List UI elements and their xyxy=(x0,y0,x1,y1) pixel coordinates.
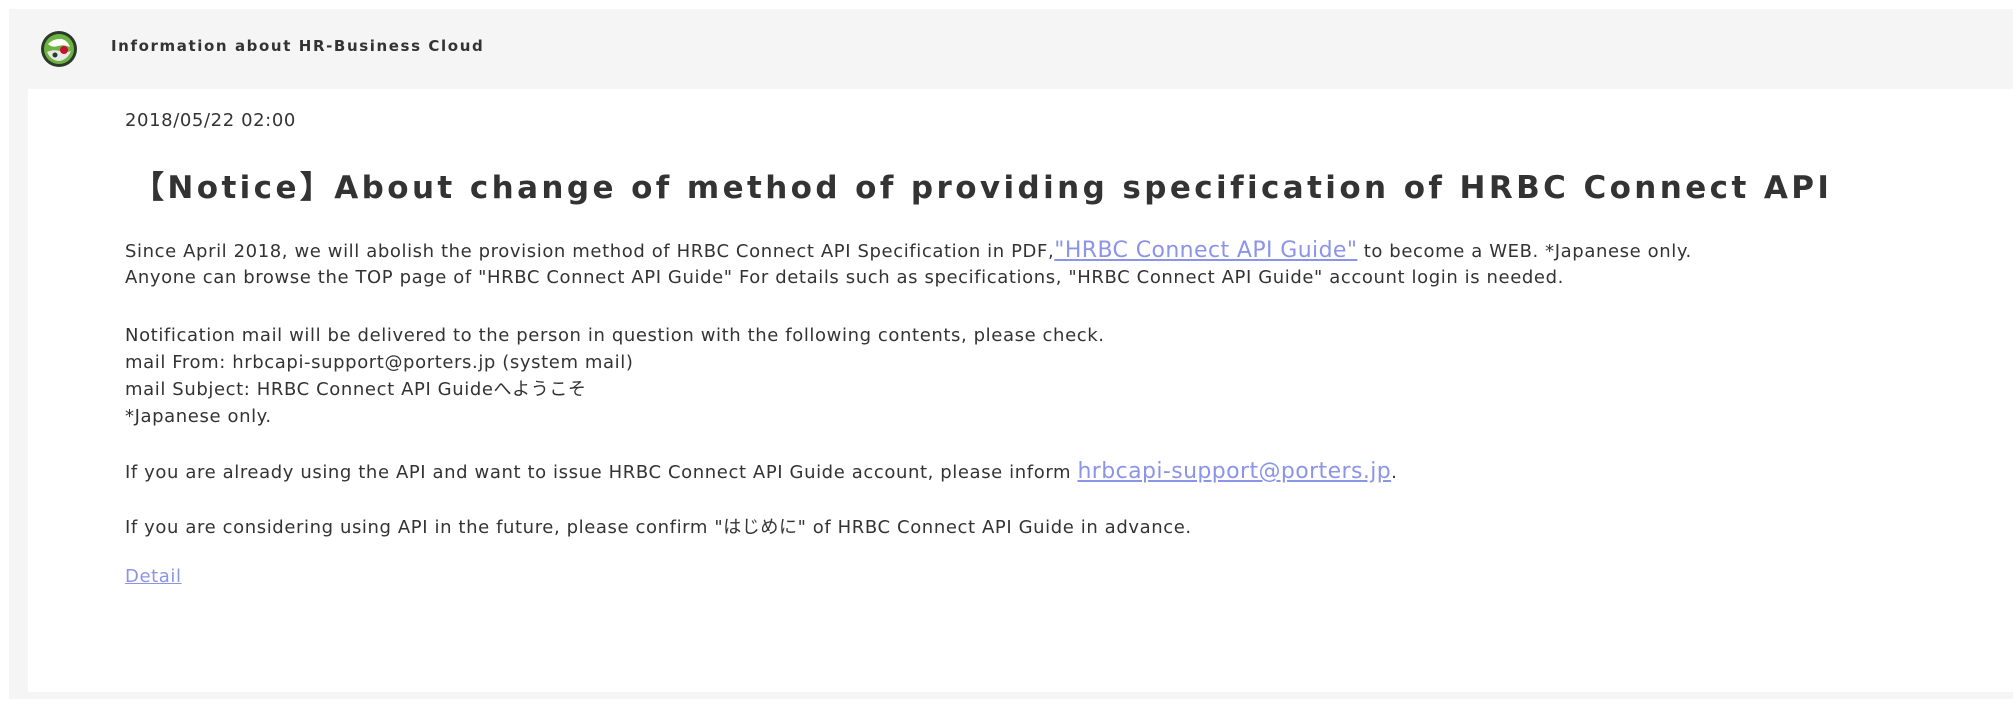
paragraph-notification: Notification mail will be delivered to t… xyxy=(125,322,1105,430)
site-header: Information about HR-Business Cloud xyxy=(9,9,2013,89)
mail-from-line: mail From: hrbcapi-support@porters.jp (s… xyxy=(125,352,634,373)
notice-title: 【Notice】About change of method of provid… xyxy=(133,170,1833,206)
paragraph-account: If you are already using the API and wan… xyxy=(125,458,1397,486)
japanese-only-note: *Japanese only. xyxy=(125,406,272,427)
detail-wrap: Detail xyxy=(125,566,182,587)
globe-logo-icon[interactable] xyxy=(40,30,78,68)
intro-line-2: Anyone can browse the TOP page of "HRBC … xyxy=(125,267,1564,288)
support-email-link[interactable]: hrbcapi-support@porters.jp xyxy=(1077,459,1391,484)
intro-line-1: Since April 2018, we will abolish the pr… xyxy=(125,237,1692,264)
account-text-after: . xyxy=(1391,462,1398,483)
api-guide-link[interactable]: "HRBC Connect API Guide" xyxy=(1054,238,1357,263)
intro-text-before: Since April 2018, we will abolish the pr… xyxy=(125,241,1055,262)
intro-text-after: to become a WEB. *Japanese only. xyxy=(1357,241,1692,262)
paragraph-future: If you are considering using API in the … xyxy=(125,517,1192,538)
notice-panel: 2018/05/22 02:00 【Notice】About change of… xyxy=(28,89,2013,692)
detail-link[interactable]: Detail xyxy=(125,566,182,587)
site-title: Information about HR-Business Cloud xyxy=(111,37,485,55)
account-text-before: If you are already using the API and wan… xyxy=(125,462,1078,483)
notice-date: 2018/05/22 02:00 xyxy=(125,110,296,131)
notification-line-1: Notification mail will be delivered to t… xyxy=(125,325,1105,346)
paragraph-intro: Since April 2018, we will abolish the pr… xyxy=(125,237,1692,291)
mail-subject-line: mail Subject: HRBC Connect API Guideへようこ… xyxy=(125,379,587,400)
page-frame: Information about HR-Business Cloud 2018… xyxy=(9,9,2013,699)
